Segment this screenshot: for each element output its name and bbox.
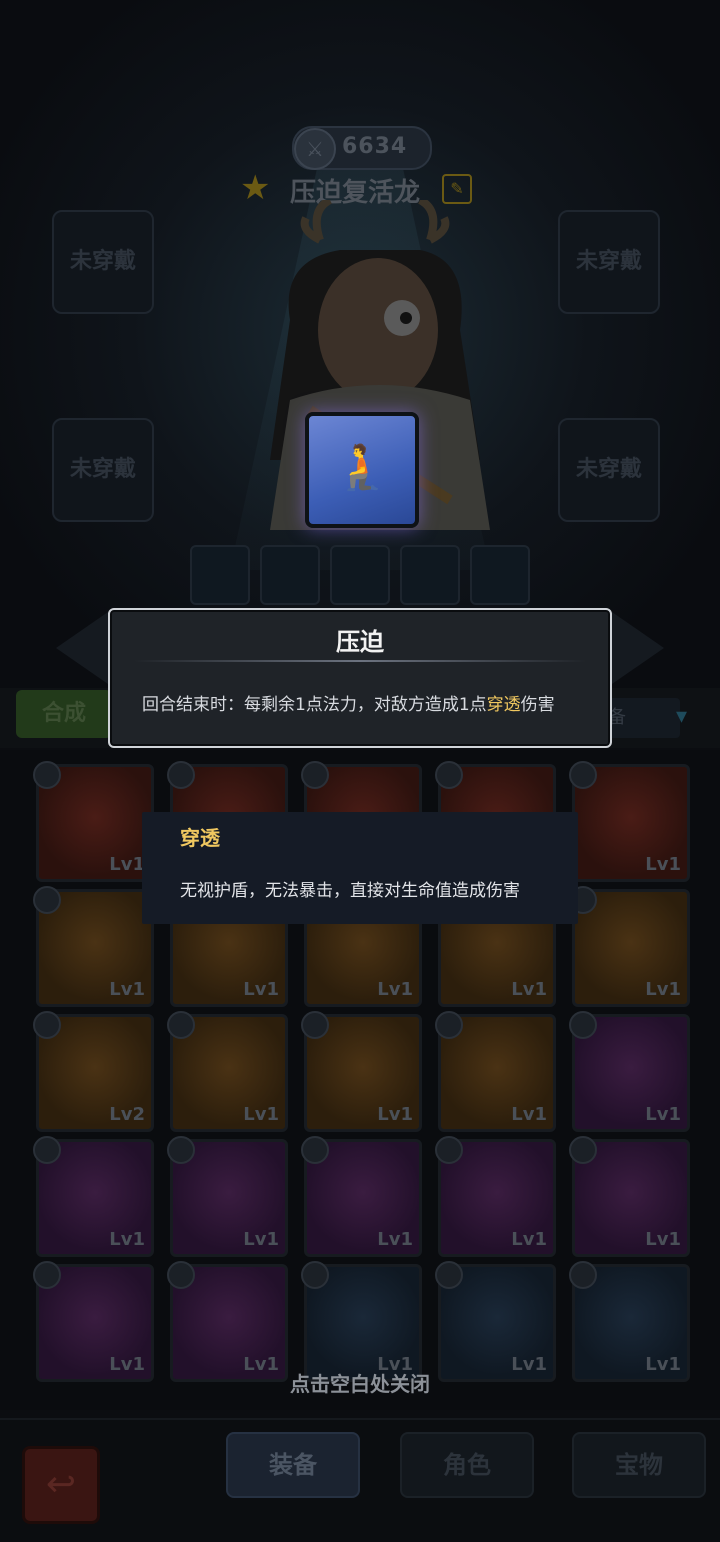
- inventory-item[interactable]: Lv1: [569, 886, 690, 1007]
- skill-slot-5-icon[interactable]: [470, 545, 530, 605]
- back-arrow-icon[interactable]: ↩: [22, 1446, 100, 1524]
- item-level: Lv1: [511, 979, 547, 1000]
- chevron-down-icon[interactable]: ▾: [676, 704, 687, 729]
- tab-equip[interactable]: 装备: [226, 1432, 360, 1498]
- keyword-description: 无视护盾，无法暴击，直接对生命值造成伤害: [180, 881, 520, 901]
- item-level: Lv1: [377, 1229, 413, 1250]
- item-type-icon: [435, 761, 463, 789]
- item-level: Lv1: [109, 979, 145, 1000]
- inventory-item[interactable]: Lv1: [167, 1011, 288, 1132]
- skill-title: 压迫: [336, 628, 384, 656]
- item-level: Lv1: [511, 1229, 547, 1250]
- inventory-item[interactable]: Lv1: [569, 1011, 690, 1132]
- item-type-icon: [33, 761, 61, 789]
- item-type-icon: [569, 1136, 597, 1164]
- item-level: Lv1: [109, 1229, 145, 1250]
- keyword-tooltip: 穿透 无视护盾，无法暴击，直接对生命值造成伤害: [142, 812, 578, 924]
- item-type-icon: [301, 761, 329, 789]
- equip-slot-top-right[interactable]: 未穿戴: [558, 210, 660, 314]
- skill-description: 回合结束时：每剩余1点法力，对敌方造成1点穿透伤害: [142, 690, 555, 715]
- inventory-item[interactable]: Lv1: [301, 1136, 422, 1257]
- item-level: Lv1: [377, 979, 413, 1000]
- close-hint[interactable]: 点击空白处关闭: [0, 1368, 720, 1397]
- item-level: Lv1: [645, 1229, 681, 1250]
- item-type-icon: [33, 1261, 61, 1289]
- inventory-item[interactable]: Lv1: [33, 1261, 154, 1382]
- item-level: Lv1: [109, 854, 145, 875]
- item-level: Lv1: [645, 854, 681, 875]
- next-hero-arrow-icon[interactable]: [612, 612, 664, 684]
- tab-role[interactable]: 角色: [400, 1432, 534, 1498]
- keyword-title: 穿透: [180, 826, 220, 850]
- item-type-icon: [435, 1011, 463, 1039]
- item-type-icon: [167, 761, 195, 789]
- item-level: Lv1: [243, 1104, 279, 1125]
- skill-desc-prefix: 回合结束时：每剩余1点法力，对敌方造成1点: [142, 695, 487, 715]
- skill-slot-2-icon[interactable]: [260, 545, 320, 605]
- item-type-icon: [569, 1011, 597, 1039]
- item-level: Lv1: [645, 1104, 681, 1125]
- inventory-item[interactable]: Lv1: [301, 1261, 422, 1382]
- equip-slot-bottom-right[interactable]: 未穿戴: [558, 418, 660, 522]
- inventory-item[interactable]: Lv1: [301, 1011, 422, 1132]
- skill-slot-4-icon[interactable]: [400, 545, 460, 605]
- tab-treasure[interactable]: 宝物: [572, 1432, 706, 1498]
- inventory-item[interactable]: Lv2: [33, 1011, 154, 1132]
- equip-slot-top-left[interactable]: 未穿戴: [52, 210, 154, 314]
- item-level: Lv1: [645, 979, 681, 1000]
- skill-slot-1-icon[interactable]: [190, 545, 250, 605]
- skill-slot-3-icon[interactable]: [330, 545, 390, 605]
- synth-button[interactable]: 合成: [16, 690, 112, 738]
- inventory-item[interactable]: Lv1: [569, 761, 690, 882]
- item-type-icon: [167, 1261, 195, 1289]
- equip-slot-bottom-left[interactable]: 未穿戴: [52, 418, 154, 522]
- inventory-item[interactable]: Lv1: [33, 761, 154, 882]
- item-type-icon: [167, 1011, 195, 1039]
- item-type-icon: [569, 1261, 597, 1289]
- inventory-item[interactable]: Lv1: [167, 1261, 288, 1382]
- filter-dropdown[interactable]: 备: [600, 698, 680, 738]
- skill-desc-suffix: 伤害: [520, 695, 555, 715]
- inventory-item[interactable]: Lv1: [33, 886, 154, 1007]
- item-level: Lv1: [511, 1104, 547, 1125]
- power-display: ⚔ 6634: [292, 126, 432, 170]
- item-level: Lv1: [243, 979, 279, 1000]
- skill-tooltip: 压迫 回合结束时：每剩余1点法力，对敌方造成1点穿透伤害: [108, 608, 612, 748]
- item-type-icon: [301, 1136, 329, 1164]
- skill-keyword[interactable]: 穿透: [487, 695, 521, 715]
- item-level: Lv2: [109, 1104, 145, 1125]
- item-type-icon: [569, 761, 597, 789]
- inventory-item[interactable]: Lv1: [167, 1136, 288, 1257]
- inventory-item[interactable]: Lv1: [33, 1136, 154, 1257]
- item-type-icon: [33, 1011, 61, 1039]
- inventory-item[interactable]: Lv1: [435, 1261, 556, 1382]
- inventory-item[interactable]: Lv1: [435, 1011, 556, 1132]
- item-level: Lv1: [377, 1104, 413, 1125]
- item-type-icon: [33, 886, 61, 914]
- power-value: 6634: [342, 134, 408, 159]
- prev-hero-arrow-icon[interactable]: [56, 612, 108, 684]
- skill-kneel-icon[interactable]: 🧎: [305, 412, 419, 528]
- item-type-icon: [301, 1261, 329, 1289]
- item-type-icon: [435, 1261, 463, 1289]
- power-icon: ⚔: [294, 128, 336, 170]
- divider: [134, 660, 586, 662]
- item-type-icon: [33, 1136, 61, 1164]
- inventory-item[interactable]: Lv1: [569, 1261, 690, 1382]
- inventory-item[interactable]: Lv1: [569, 1136, 690, 1257]
- item-type-icon: [435, 1136, 463, 1164]
- item-type-icon: [301, 1011, 329, 1039]
- item-level: Lv1: [243, 1229, 279, 1250]
- inventory-item[interactable]: Lv1: [435, 1136, 556, 1257]
- item-type-icon: [167, 1136, 195, 1164]
